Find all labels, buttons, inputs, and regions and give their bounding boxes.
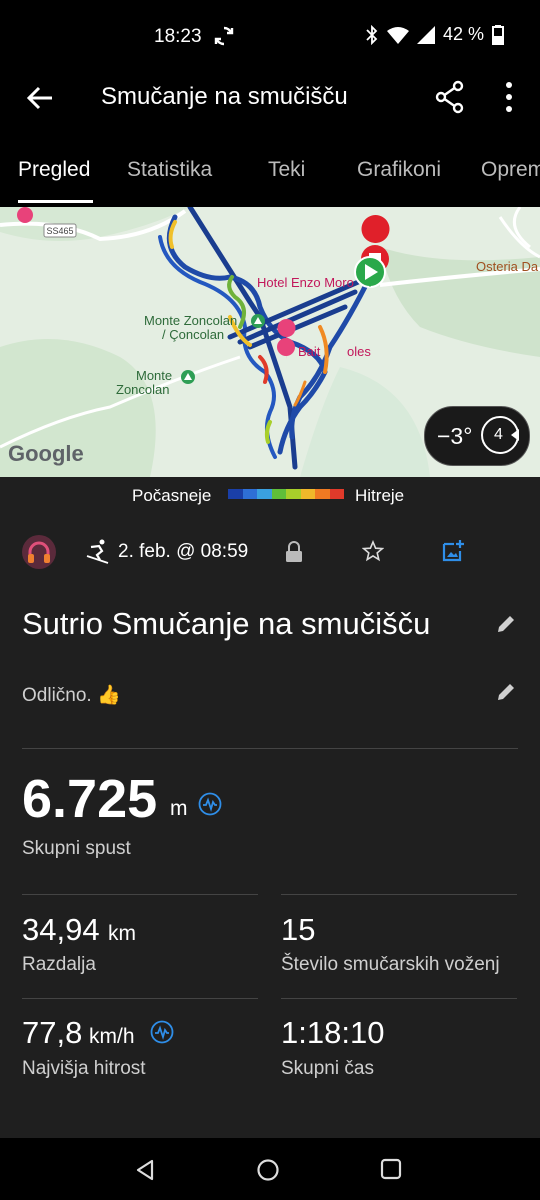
- activity-date: 2. feb. @ 08:59: [118, 541, 249, 562]
- road-label: SS465: [46, 226, 73, 236]
- route-map[interactable]: SS465 Hotel Enzo Moro Osteria Da Monte Z…: [0, 207, 540, 477]
- battery-icon: [492, 24, 504, 45]
- tab-statistika[interactable]: Statistika: [127, 158, 212, 182]
- sensor-icon[interactable]: [198, 792, 222, 816]
- sync-icon: [214, 26, 234, 46]
- google-logo: Google: [8, 441, 84, 466]
- legend-color-segment: [315, 489, 330, 499]
- speed-legend: Počasneje Hitreje: [0, 477, 540, 517]
- tab-pregled[interactable]: Pregled: [18, 158, 90, 182]
- active-tab-indicator: [18, 200, 93, 203]
- legend-color-segment: [271, 489, 286, 499]
- add-photo-icon[interactable]: [441, 539, 465, 563]
- activity-note: Odlično. 👍: [22, 685, 121, 706]
- total-time-label: Skupni čas: [281, 1058, 374, 1079]
- divider: [22, 748, 518, 749]
- descent-value: 6.725: [22, 769, 158, 829]
- app-header: Smučanje na smučišču: [0, 70, 540, 135]
- signal-icon: [416, 25, 435, 44]
- divider: [22, 894, 258, 895]
- tab-opreme[interactable]: Opreme: [481, 158, 540, 182]
- status-icons: 42 %: [365, 24, 504, 45]
- headphones-icon: [28, 541, 50, 563]
- legend-slower: Počasneje: [132, 486, 212, 505]
- descent-label: Skupni spust: [22, 838, 131, 859]
- map-label-hotel: Hotel Enzo Moro: [257, 275, 354, 290]
- runs-label: Število smučarskih voženj: [281, 954, 500, 975]
- wind-icon: 4: [481, 416, 519, 454]
- tab-grafikoni[interactable]: Grafikoni: [357, 158, 441, 182]
- total-time-value: 1:18:10: [281, 1015, 385, 1050]
- nav-home-icon[interactable]: [256, 1158, 280, 1182]
- battery-percent: 42 %: [442, 24, 484, 44]
- bluetooth-icon: [366, 24, 378, 45]
- legend-color-segment: [228, 489, 243, 499]
- speed-color-bar: [228, 489, 344, 499]
- sensor-icon[interactable]: [150, 1020, 174, 1044]
- max-speed-unit: km/h: [89, 1025, 135, 1048]
- tab-teki[interactable]: Teki: [268, 158, 305, 182]
- back-arrow-icon[interactable]: [22, 80, 58, 116]
- distance-value: 34,94: [22, 912, 100, 947]
- edit-title-icon[interactable]: [495, 613, 517, 635]
- map-label-bait: Bait: [298, 344, 321, 359]
- temperature: −3°: [437, 423, 473, 449]
- map-label-zoncolan-alt: / Çoncolan: [162, 327, 224, 342]
- descent-unit: m: [170, 797, 188, 820]
- activity-title: Sutrio Smučanje na smučišču: [22, 606, 431, 641]
- map-label-bait-suffix: oles: [347, 344, 371, 359]
- map-label-zoncolan2-line2: Zoncolan: [116, 382, 169, 397]
- start-marker: [354, 256, 386, 288]
- avatar[interactable]: [22, 535, 56, 569]
- legend-color-segment: [257, 489, 272, 499]
- page-title: Smučanje na smučišču: [101, 83, 348, 110]
- status-bar: 18:23 42 %: [0, 0, 540, 70]
- divider: [22, 998, 258, 999]
- wind-speed: 4: [494, 426, 503, 443]
- more-options-icon[interactable]: [496, 80, 522, 114]
- nav-recents-icon[interactable]: [380, 1158, 402, 1180]
- legend-color-segment: [300, 489, 315, 499]
- star-icon[interactable]: [362, 540, 384, 562]
- wind-direction-arrow: [511, 429, 519, 441]
- edit-note-icon[interactable]: [495, 681, 517, 703]
- max-speed-value: 77,8: [22, 1015, 83, 1050]
- skiing-icon: [86, 539, 109, 564]
- system-nav-bar: [0, 1138, 540, 1200]
- poi-marker-left: [17, 207, 33, 223]
- map-label-osteria: Osteria Da: [476, 259, 539, 274]
- distance-unit: km: [108, 922, 136, 945]
- runs-value: 15: [281, 912, 316, 947]
- legend-faster: Hitreje: [355, 486, 405, 505]
- map-label-zoncolan: Monte Zoncolan: [144, 313, 237, 328]
- map-label-zoncolan2: Monte: [136, 368, 172, 383]
- divider: [281, 894, 517, 895]
- status-time: 18:23: [154, 26, 202, 47]
- legend-color-segment: [242, 489, 257, 499]
- legend-color-segment: [286, 489, 301, 499]
- share-icon[interactable]: [434, 80, 466, 114]
- distance-label: Razdalja: [22, 954, 96, 975]
- wifi-icon: [386, 26, 409, 44]
- tab-bar: Pregled Statistika Teki Grafikoni Opreme: [0, 135, 540, 207]
- max-speed-label: Najvišja hitrost: [22, 1058, 146, 1079]
- lock-icon[interactable]: [285, 541, 303, 563]
- nav-back-icon[interactable]: [133, 1158, 157, 1182]
- weather-pill[interactable]: −3° 4: [424, 406, 530, 466]
- divider: [281, 998, 517, 999]
- legend-color-segment: [329, 489, 344, 499]
